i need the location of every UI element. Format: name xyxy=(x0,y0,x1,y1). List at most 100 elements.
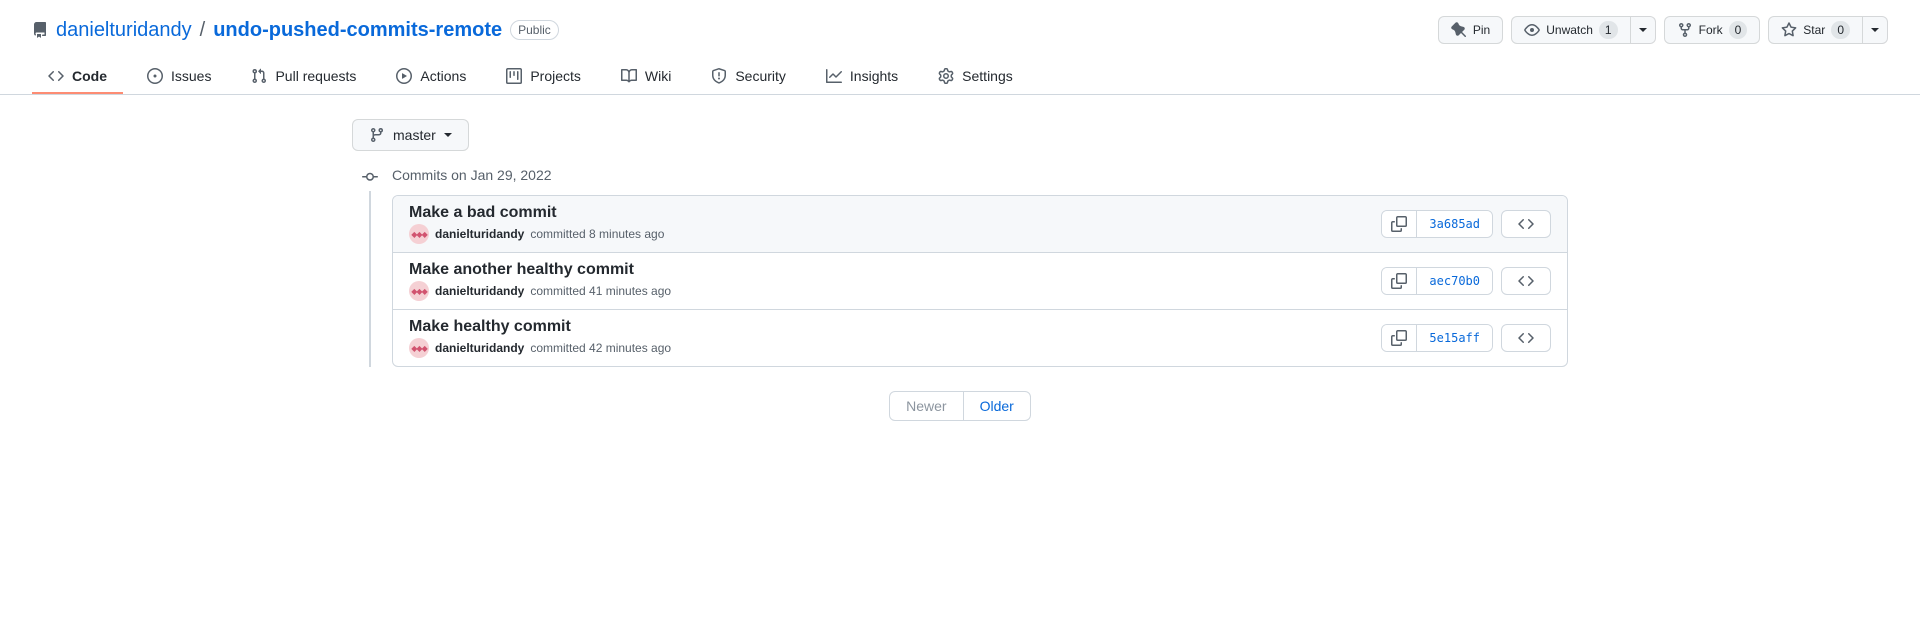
watch-button-group: Unwatch 1 xyxy=(1511,16,1655,44)
commit-time: committed 41 minutes ago xyxy=(530,284,671,298)
timeline-marker xyxy=(352,167,392,367)
copy-sha-button[interactable] xyxy=(1382,211,1416,237)
unwatch-button[interactable]: Unwatch 1 xyxy=(1511,16,1630,44)
fork-button[interactable]: Fork 0 xyxy=(1664,16,1761,44)
watch-dropdown-button[interactable] xyxy=(1631,16,1656,44)
tab-projects-label: Projects xyxy=(530,68,581,84)
caret-down-icon xyxy=(444,133,452,137)
star-button-group: Star 0 xyxy=(1768,16,1888,44)
code-icon xyxy=(1518,330,1534,346)
tab-settings[interactable]: Settings xyxy=(922,60,1029,94)
tab-wiki-label: Wiki xyxy=(645,68,671,84)
repo-icon xyxy=(32,22,48,38)
tab-insights-label: Insights xyxy=(850,68,898,84)
commit-sha-link[interactable]: 3a685ad xyxy=(1416,211,1492,237)
eye-icon xyxy=(1524,22,1540,38)
repo-nav: Code Issues Pull requests Actions Projec… xyxy=(0,60,1920,95)
commit-actions: aec70b0 xyxy=(1381,267,1551,295)
pagination: Newer Older xyxy=(352,391,1568,421)
copy-icon xyxy=(1391,216,1407,232)
tab-code-label: Code xyxy=(72,68,107,84)
browse-code-button[interactable] xyxy=(1501,210,1551,238)
avatar[interactable]: ◆◆◆ xyxy=(409,281,429,301)
commit-info: Make healthy commit ◆◆◆ danielturidandy … xyxy=(409,318,671,358)
main-content: master Commits on Jan 29, 2022 Make a ba… xyxy=(320,95,1600,445)
commit-row: Make healthy commit ◆◆◆ danielturidandy … xyxy=(393,309,1567,366)
timeline-content: Commits on Jan 29, 2022 Make a bad commi… xyxy=(392,167,1568,367)
caret-down-icon xyxy=(1871,28,1879,32)
repo-owner-link[interactable]: danielturidandy xyxy=(56,19,192,42)
commit-timeline: Commits on Jan 29, 2022 Make a bad commi… xyxy=(352,167,1568,367)
fork-label: Fork xyxy=(1699,23,1723,37)
star-button[interactable]: Star 0 xyxy=(1768,16,1863,44)
commits-date-header: Commits on Jan 29, 2022 xyxy=(392,167,1568,195)
pagination-newer: Newer xyxy=(890,392,962,420)
browse-code-button[interactable] xyxy=(1501,267,1551,295)
pin-label: Pin xyxy=(1473,23,1490,37)
star-dropdown-button[interactable] xyxy=(1863,16,1888,44)
avatar[interactable]: ◆◆◆ xyxy=(409,224,429,244)
tab-issues-label: Issues xyxy=(171,68,211,84)
pull-request-icon xyxy=(251,68,267,84)
commit-actions: 5e15aff xyxy=(1381,324,1551,352)
tab-pulls-label: Pull requests xyxy=(275,68,356,84)
commit-byline: ◆◆◆ danielturidandy committed 8 minutes … xyxy=(409,224,664,244)
commit-author-link[interactable]: danielturidandy xyxy=(435,227,524,241)
commit-byline: ◆◆◆ danielturidandy committed 41 minutes… xyxy=(409,281,671,301)
commit-message-link[interactable]: Make a bad commit xyxy=(409,204,557,221)
branch-select-button[interactable]: master xyxy=(352,119,469,151)
pin-button[interactable]: Pin xyxy=(1438,16,1503,44)
tab-issues[interactable]: Issues xyxy=(131,60,227,94)
code-icon xyxy=(1518,216,1534,232)
pagination-older[interactable]: Older xyxy=(963,392,1030,420)
copy-sha-button[interactable] xyxy=(1382,325,1416,351)
branch-name: master xyxy=(393,127,436,143)
tab-pulls[interactable]: Pull requests xyxy=(235,60,372,94)
star-label: Star xyxy=(1803,23,1825,37)
tab-wiki[interactable]: Wiki xyxy=(605,60,687,94)
commit-dot-icon xyxy=(362,169,378,185)
browse-code-button[interactable] xyxy=(1501,324,1551,352)
sha-group: 5e15aff xyxy=(1381,324,1493,352)
commit-list: Make a bad commit ◆◆◆ danielturidandy co… xyxy=(392,195,1568,367)
commit-time: committed 8 minutes ago xyxy=(530,227,664,241)
commit-author-link[interactable]: danielturidandy xyxy=(435,341,524,355)
repo-name-link[interactable]: undo-pushed-commits-remote xyxy=(213,19,502,42)
tab-code[interactable]: Code xyxy=(32,60,123,94)
fork-count: 0 xyxy=(1729,21,1748,39)
repo-header: danielturidandy / undo-pushed-commits-re… xyxy=(0,0,1920,44)
tab-projects[interactable]: Projects xyxy=(490,60,597,94)
avatar[interactable]: ◆◆◆ xyxy=(409,338,429,358)
tab-security-label: Security xyxy=(735,68,786,84)
shield-icon xyxy=(711,68,727,84)
tab-insights[interactable]: Insights xyxy=(810,60,914,94)
commit-sha-link[interactable]: aec70b0 xyxy=(1416,268,1492,294)
path-separator: / xyxy=(200,19,206,42)
commit-actions: 3a685ad xyxy=(1381,210,1551,238)
code-icon xyxy=(48,68,64,84)
commit-info: Make a bad commit ◆◆◆ danielturidandy co… xyxy=(409,204,664,244)
copy-icon xyxy=(1391,330,1407,346)
watch-count: 1 xyxy=(1599,21,1618,39)
code-icon xyxy=(1518,273,1534,289)
copy-sha-button[interactable] xyxy=(1382,268,1416,294)
repo-title: danielturidandy / undo-pushed-commits-re… xyxy=(32,19,559,42)
commit-sha-link[interactable]: 5e15aff xyxy=(1416,325,1492,351)
tab-actions[interactable]: Actions xyxy=(380,60,482,94)
commit-info: Make another healthy commit ◆◆◆ danieltu… xyxy=(409,261,671,301)
commit-time: committed 42 minutes ago xyxy=(530,341,671,355)
issues-icon xyxy=(147,68,163,84)
sha-group: 3a685ad xyxy=(1381,210,1493,238)
gear-icon xyxy=(938,68,954,84)
fork-icon xyxy=(1677,22,1693,38)
commit-message-link[interactable]: Make healthy commit xyxy=(409,318,571,335)
caret-down-icon xyxy=(1639,28,1647,32)
sha-group: aec70b0 xyxy=(1381,267,1493,295)
tab-settings-label: Settings xyxy=(962,68,1013,84)
star-icon xyxy=(1781,22,1797,38)
play-icon xyxy=(396,68,412,84)
commit-author-link[interactable]: danielturidandy xyxy=(435,284,524,298)
commit-message-link[interactable]: Make another healthy commit xyxy=(409,261,634,278)
commit-row: Make a bad commit ◆◆◆ danielturidandy co… xyxy=(393,196,1567,252)
tab-security[interactable]: Security xyxy=(695,60,802,94)
